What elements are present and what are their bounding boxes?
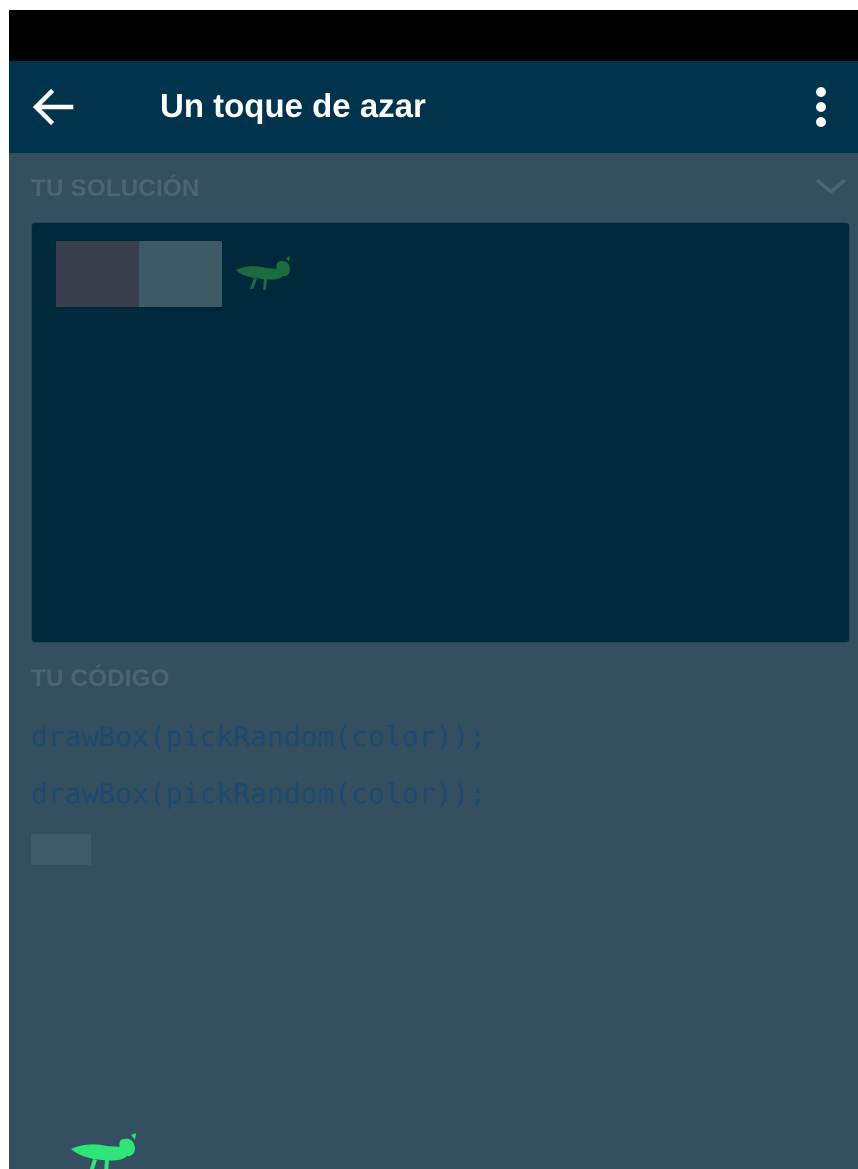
status-bar (9, 10, 858, 61)
chevron-down-icon[interactable] (813, 174, 849, 198)
drawn-box (139, 241, 222, 307)
code-section-label: TU CÓDIGO (31, 665, 170, 692)
more-vert-icon[interactable] (806, 85, 836, 129)
solution-section-label: TU SOLUCIÓN (31, 175, 200, 202)
solution-canvas (31, 222, 850, 643)
drawn-box (56, 241, 139, 307)
app-bar: Un toque de azar (9, 61, 858, 153)
code-line[interactable]: drawBox(pickRandom(color)); (31, 777, 486, 810)
grasshopper-icon (71, 1133, 136, 1169)
code-line[interactable]: drawBox(pickRandom(color)); (31, 720, 486, 753)
page-title: Un toque de azar (160, 87, 426, 124)
arrow-left-icon[interactable] (31, 87, 75, 127)
empty-code-line[interactable] (31, 834, 91, 865)
app-screen: Un toque de azar TU SOLUCIÓN TU CÓDIGO d… (9, 10, 858, 1169)
grasshopper-icon (236, 256, 290, 290)
